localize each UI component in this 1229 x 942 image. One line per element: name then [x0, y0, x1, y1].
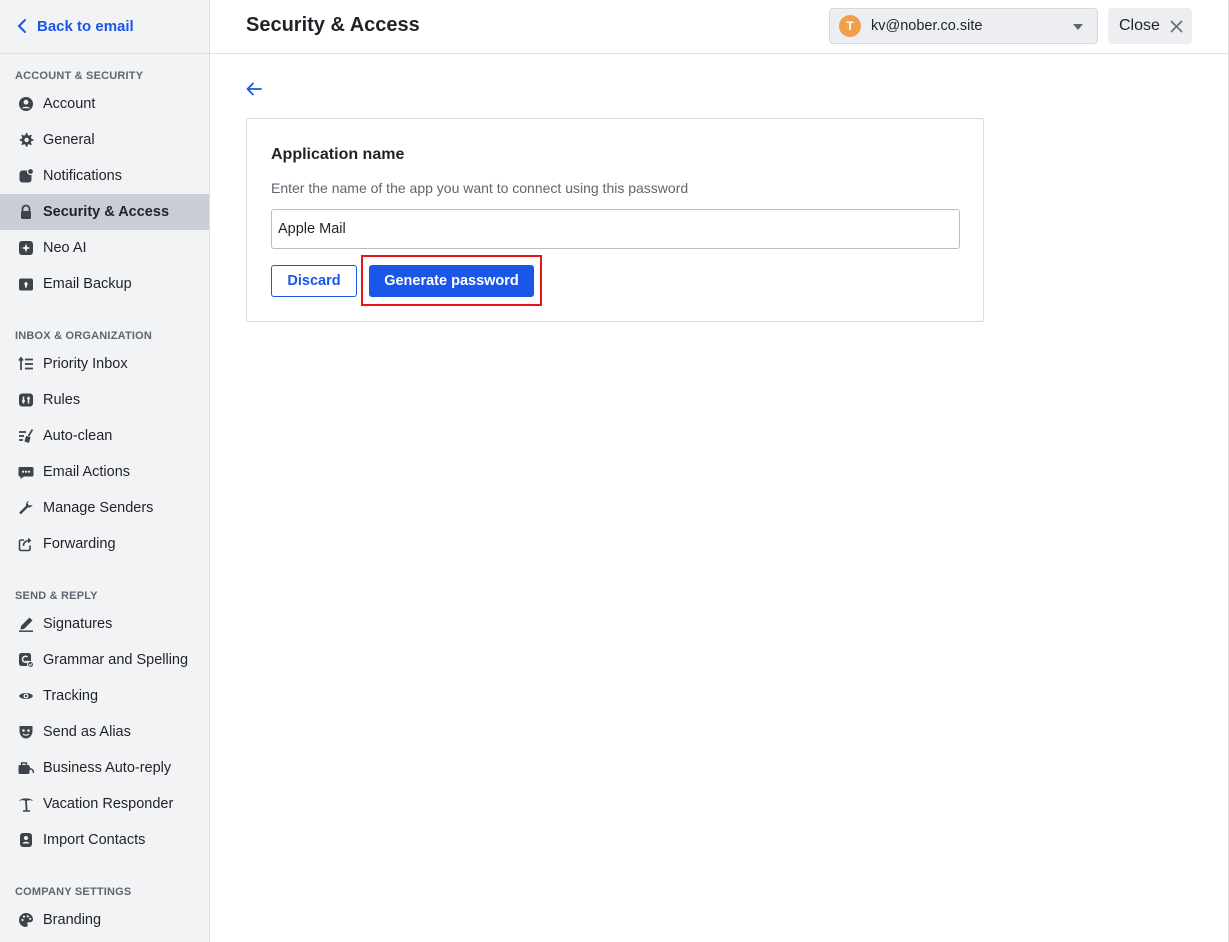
app-password-card: Application name Enter the name of the a… [246, 118, 984, 322]
sidebar-item-rules[interactable]: Rules [0, 382, 209, 418]
sidebar-item-label: Auto-clean [43, 428, 113, 444]
sidebar-section-title: SEND & REPLY [15, 590, 98, 602]
sidebar-item-label: Notifications [43, 168, 122, 184]
palm-tree-icon [18, 796, 34, 812]
sidebar-item-label: Priority Inbox [43, 356, 128, 372]
sidebar-item-account[interactable]: Account [0, 86, 209, 122]
rules-icon [18, 392, 34, 408]
sidebar-item-grammar-and-spelling[interactable]: Grammar and Spelling [0, 642, 209, 678]
sidebar-item-notifications[interactable]: Notifications [0, 158, 209, 194]
contacts-import-icon [18, 832, 34, 848]
account-email: kv@nober.co.site [871, 18, 983, 34]
sidebar-item-label: Tracking [43, 688, 99, 704]
sidebar-item-manage-senders[interactable]: Manage Senders [0, 490, 209, 526]
application-name-description: Enter the name of the app you want to co… [271, 180, 689, 196]
sidebar-item-label: Account [43, 96, 96, 112]
lock-icon [18, 204, 34, 220]
user-circle-icon [18, 96, 34, 112]
sidebar-item-label: Grammar and Spelling [43, 652, 189, 668]
sidebar-item-label: Rules [43, 392, 81, 408]
gear-icon [18, 132, 34, 148]
sparkle-icon [18, 240, 34, 256]
broom-icon [18, 428, 34, 444]
sidebar-item-label: Branding [43, 912, 102, 928]
settings-sidebar: Back to email ACCOUNT & SECURITY Account G… [0, 0, 210, 942]
back-to-email-label: Back to email [37, 17, 134, 35]
sidebar-item-label: Security & Access [43, 204, 170, 220]
priority-list-icon [18, 356, 34, 372]
sidebar-section-title: ACCOUNT & SECURITY [15, 70, 144, 82]
sidebar-item-label: Email Backup [43, 276, 132, 292]
chevron-down-icon [1073, 24, 1083, 30]
grammar-check-icon [18, 652, 34, 668]
chevron-left-icon [18, 19, 26, 33]
generate-password-button[interactable]: Generate password [369, 265, 534, 297]
top-header: Security & Access T kv@nober.co.site Clo… [210, 0, 1228, 54]
palette-icon [18, 912, 34, 928]
sidebar-item-forwarding[interactable]: Forwarding [0, 526, 209, 562]
sidebar-item-label: Manage Senders [43, 500, 154, 516]
account-selector[interactable]: T kv@nober.co.site [829, 8, 1098, 44]
sidebar-item-business-auto-reply[interactable]: Business Auto-reply [0, 750, 209, 786]
sidebar-item-priority-inbox[interactable]: Priority Inbox [0, 346, 209, 382]
sidebar-item-label: Email Actions [43, 464, 131, 480]
sidebar-section-title: INBOX & ORGANIZATION [15, 330, 153, 342]
sidebar-item-label: Send as Alias [43, 724, 131, 740]
sidebar-item-import-contacts[interactable]: Import Contacts [0, 822, 209, 858]
sidebar-item-vacation-responder[interactable]: Vacation Responder [0, 786, 209, 822]
sidebar-item-branding[interactable]: Branding [0, 902, 209, 938]
sidebar-item-label: General [43, 132, 95, 148]
sidebar-item-tracking[interactable]: Tracking [0, 678, 209, 714]
sidebar-item-general[interactable]: General [0, 122, 209, 158]
sidebar-item-label: Neo AI [43, 240, 87, 256]
briefcase-reply-icon [18, 760, 34, 776]
application-name-input[interactable] [271, 209, 960, 249]
sidebar-item-neo-ai[interactable]: Neo AI [0, 230, 209, 266]
cloud-upload-icon [18, 276, 34, 292]
sidebar-item-label: Business Auto-reply [43, 760, 172, 776]
application-name-heading: Application name [271, 146, 405, 163]
sidebar-item-email-actions[interactable]: Email Actions [0, 454, 209, 490]
avatar: T [839, 15, 861, 37]
page-title: Security & Access [246, 14, 420, 36]
eye-icon [18, 688, 34, 704]
sidebar-item-label: Forwarding [43, 536, 116, 552]
alias-mask-icon [18, 724, 34, 740]
sidebar-section-title: COMPANY SETTINGS [15, 886, 132, 898]
sidebar-item-label: Vacation Responder [43, 796, 174, 812]
sidebar-item-send-as-alias[interactable]: Send as Alias [0, 714, 209, 750]
sidebar-item-label: Import Contacts [43, 832, 146, 848]
close-icon [1170, 20, 1183, 32]
sidebar-item-signatures[interactable]: Signatures [0, 606, 209, 642]
bell-badge-icon [18, 168, 34, 184]
sidebar-item-auto-clean[interactable]: Auto-clean [0, 418, 209, 454]
close-label: Close [1119, 17, 1160, 34]
pen-icon [18, 616, 34, 632]
wrench-icon [18, 500, 34, 516]
sidebar-item-email-backup[interactable]: Email Backup [0, 266, 209, 302]
settings-window: Back to email ACCOUNT & SECURITY Account G… [0, 0, 1229, 942]
arrow-left-icon[interactable] [245, 80, 263, 98]
back-to-email-link[interactable]: Back to email [16, 16, 134, 36]
discard-button[interactable]: Discard [271, 265, 357, 297]
sidebar-item-security-and-access[interactable]: Security & Access [0, 194, 209, 230]
sidebar-divider [0, 53, 209, 54]
sidebar-item-label: Signatures [43, 616, 113, 632]
forward-icon [18, 536, 34, 552]
close-button[interactable]: Close [1108, 8, 1192, 44]
email-actions-icon [18, 464, 34, 480]
